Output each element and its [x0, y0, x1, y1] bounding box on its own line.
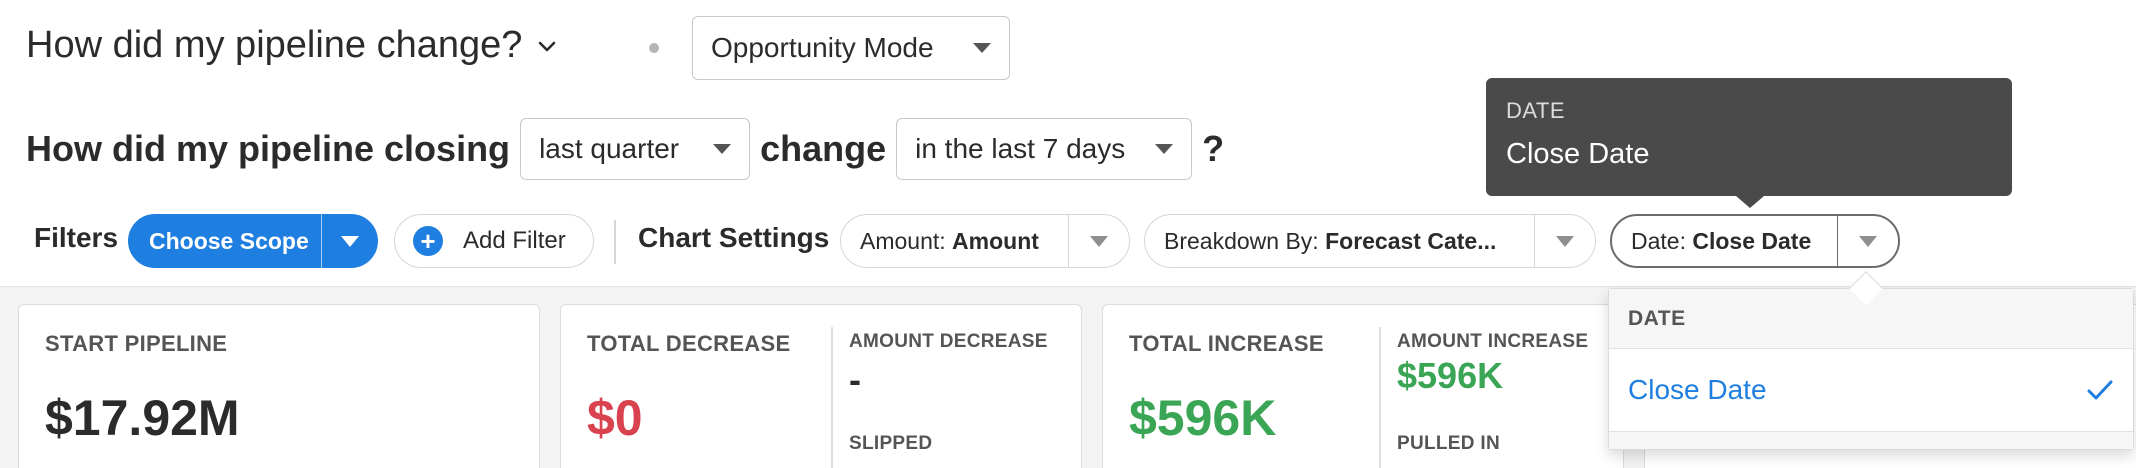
range-select[interactable]: in the last 7 days	[896, 118, 1193, 180]
dropdown-option-close-date[interactable]: Close Date	[1609, 349, 2133, 431]
caret-down-icon	[713, 144, 732, 154]
total-increase-value: $596K	[1129, 390, 1277, 446]
question-text-2: change	[760, 128, 887, 169]
checkmark-icon	[2087, 380, 2113, 400]
date-tooltip: DATE Close Date	[1486, 78, 2012, 196]
breakdown-prefix: Breakdown By:	[1164, 227, 1319, 254]
amount-increase-value: $596K	[1397, 355, 1504, 396]
date-prefix: Date:	[1631, 227, 1686, 254]
dropdown-footer	[1609, 431, 2133, 449]
caret-down-icon	[1556, 235, 1574, 247]
filters-label: Filters	[34, 222, 119, 253]
amount-decrease-title: AMOUNT DECREASE	[849, 331, 1048, 352]
amount-decrease-value: -	[849, 359, 861, 400]
caret-down-icon	[973, 43, 991, 53]
period-select[interactable]: last quarter	[520, 118, 751, 180]
start-pipeline-card[interactable]: START PIPELINE $17.92M	[18, 304, 540, 468]
slipped-title: SLIPPED	[849, 433, 933, 454]
amount-value: Amount	[952, 227, 1039, 254]
page-title-text: How did my pipeline change?	[26, 24, 523, 66]
page-title[interactable]: How did my pipeline change?	[26, 24, 558, 67]
tooltip-heading: DATE	[1506, 98, 1566, 123]
card-divider	[1379, 327, 1381, 468]
total-decrease-card[interactable]: TOTAL DECREASE $0 AMOUNT DECREASE - SLIP…	[560, 304, 1082, 468]
mode-select[interactable]: Opportunity Mode	[692, 16, 1010, 80]
date-dropdown-menu: DATE Close Date	[1608, 288, 2134, 450]
chevron-down-icon[interactable]	[536, 35, 558, 57]
amount-increase-title: AMOUNT INCREASE	[1397, 331, 1589, 352]
toolbar-divider	[614, 220, 616, 264]
total-decrease-title: TOTAL DECREASE	[587, 331, 791, 356]
dropdown-option-label: Close Date	[1628, 374, 1767, 405]
choose-scope-label: Choose Scope	[149, 227, 309, 254]
caret-down-icon	[341, 235, 359, 247]
date-setting[interactable]: Date: Close Date	[1610, 214, 1900, 268]
amount-dropdown-toggle[interactable]	[1069, 235, 1129, 247]
breakdown-setting[interactable]: Breakdown By: Forecast Cate...	[1144, 214, 1596, 268]
question-text-1: How did my pipeline closing	[26, 128, 511, 169]
caret-down-icon	[1155, 144, 1174, 154]
amount-setting[interactable]: Amount: Amount	[840, 214, 1130, 268]
add-filter-button[interactable]: + Add Filter	[394, 214, 594, 268]
card-divider	[831, 327, 833, 468]
total-increase-card[interactable]: TOTAL INCREASE $596K AMOUNT INCREASE $59…	[1102, 304, 1624, 468]
range-select-label: in the last 7 days	[915, 133, 1126, 164]
start-pipeline-value: $17.92M	[45, 390, 240, 446]
breakdown-value: Forecast Cate...	[1325, 227, 1497, 254]
separator-dot	[649, 43, 659, 53]
chart-settings-label: Chart Settings	[638, 222, 830, 253]
choose-scope-button[interactable]: Choose Scope	[128, 214, 378, 268]
scope-dropdown-toggle[interactable]	[322, 235, 378, 247]
start-pipeline-title: START PIPELINE	[45, 331, 228, 356]
total-decrease-value: $0	[587, 390, 643, 446]
amount-prefix: Amount:	[860, 227, 946, 254]
pulled-in-title: PULLED IN	[1397, 433, 1500, 454]
date-value: Close Date	[1692, 227, 1812, 254]
question-mark: ?	[1202, 128, 1225, 169]
total-increase-title: TOTAL INCREASE	[1129, 331, 1324, 356]
caret-down-icon	[1090, 235, 1108, 247]
plus-icon: +	[413, 226, 443, 256]
caret-down-icon	[1859, 235, 1877, 247]
breakdown-dropdown-toggle[interactable]	[1535, 235, 1595, 247]
date-dropdown-toggle[interactable]	[1838, 235, 1898, 247]
tooltip-arrow	[1736, 196, 1764, 208]
mode-select-label: Opportunity Mode	[711, 32, 934, 63]
period-select-label: last quarter	[539, 133, 680, 164]
add-filter-label: Add Filter	[463, 227, 566, 254]
tooltip-value: Close Date	[1506, 138, 1650, 170]
question-sentence: How did my pipeline closing last quarter…	[26, 118, 1224, 180]
